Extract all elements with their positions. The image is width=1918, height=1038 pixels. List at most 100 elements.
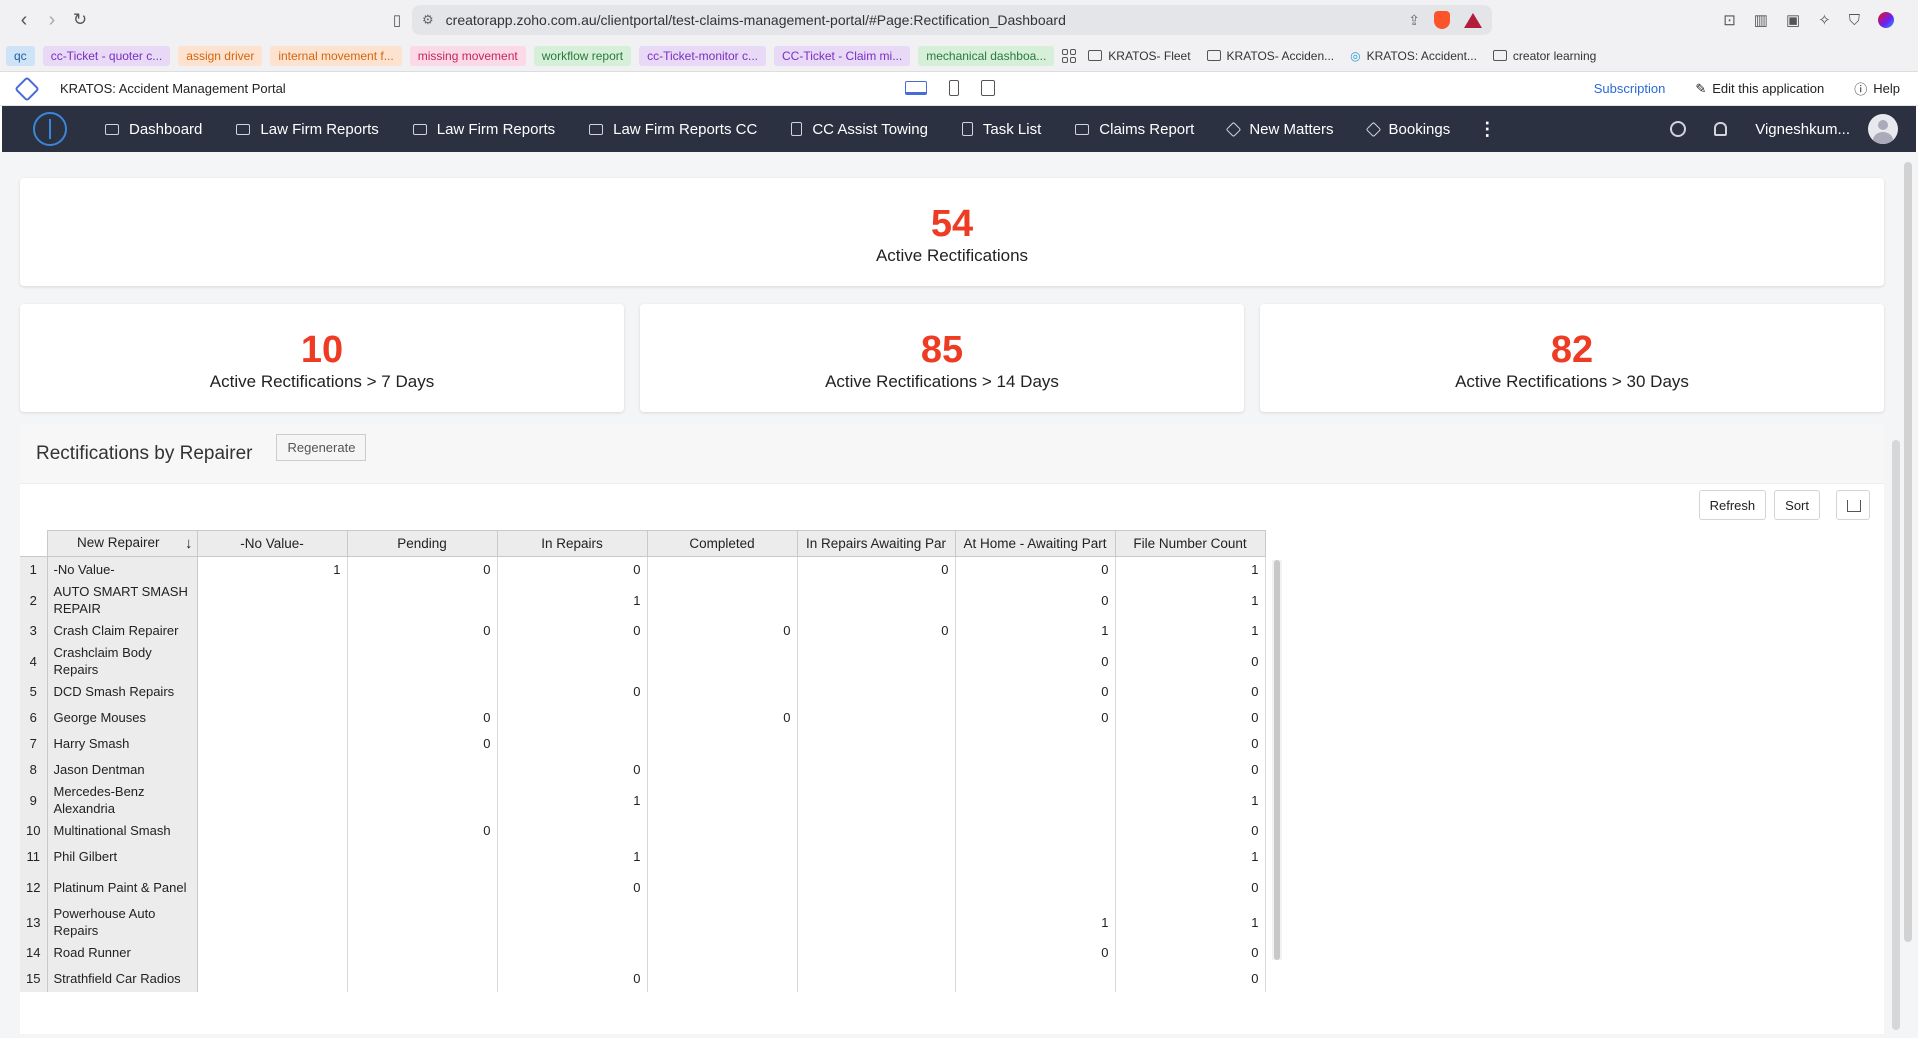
repairer-name: Powerhouse Auto Repairs <box>47 904 198 940</box>
table-scrollbar[interactable] <box>1272 560 1282 960</box>
forward-icon[interactable]: › <box>38 6 66 34</box>
url-text[interactable]: creatorapp.zoho.com.au/clientportal/test… <box>446 12 1409 28</box>
folder-creator-learning[interactable]: creator learning <box>1489 49 1600 63</box>
folder-icon <box>1206 50 1221 61</box>
folder-kratos-accident[interactable]: KRATOS- Acciden... <box>1203 49 1339 63</box>
value-cell <box>347 782 498 818</box>
card-over-7-days: 10 Active Rectifications > 7 Days <box>20 304 624 412</box>
address-bar[interactable]: ⚙ creatorapp.zoho.com.au/clientportal/te… <box>412 5 1492 35</box>
bookmark-claim-mi[interactable]: CC-Ticket - Claim mi... <box>774 45 911 66</box>
vpn-icon[interactable]: ⛉ <box>1849 12 1860 29</box>
bookmark-quoter[interactable]: cc-Ticket - quoter c... <box>42 45 171 66</box>
main-navigation: Dashboard Law Firm Reports Law Firm Repo… <box>2 106 1916 152</box>
column-header[interactable]: At Home - Awaiting Part <box>954 530 1116 557</box>
share-icon[interactable]: ⇪ <box>1408 12 1420 29</box>
value-cell: 0 <box>1115 678 1266 705</box>
nav-bookings[interactable]: Bookings <box>1365 121 1450 138</box>
laptop-icon[interactable] <box>905 81 927 95</box>
regenerate-button[interactable]: Regenerate <box>276 434 367 461</box>
apps-grid-icon[interactable] <box>1062 48 1077 63</box>
bookmark-internal-movement[interactable]: internal movement f... <box>270 45 402 66</box>
nav-claims-report[interactable]: Claims Report <box>1075 121 1194 138</box>
value-cell: 0 <box>497 965 648 992</box>
reload-icon[interactable]: ↻ <box>66 6 94 34</box>
value-cell <box>647 556 798 583</box>
nav-law-firm-reports-2[interactable]: Law Firm Reports <box>412 121 555 138</box>
value-cell <box>797 704 956 731</box>
site-settings-icon[interactable]: ⚙ <box>422 12 434 28</box>
help-button[interactable]: ⓘ Help <box>1854 79 1900 98</box>
value-cell: 0 <box>647 704 798 731</box>
leo-icon[interactable]: ✧ <box>1818 11 1831 29</box>
card-value: 54 <box>930 203 974 245</box>
nav-label: CC Assist Towing <box>812 120 928 138</box>
value-cell <box>955 817 1116 844</box>
column-header[interactable]: -No Value- <box>196 530 348 557</box>
zoho-creator-logo-icon[interactable] <box>14 75 40 102</box>
export-icon[interactable] <box>1836 490 1870 520</box>
column-header[interactable]: In Repairs Awaiting Par <box>796 530 956 557</box>
user-name[interactable]: Vigneshkum... <box>1755 121 1850 138</box>
sort-button[interactable]: Sort <box>1774 490 1820 520</box>
column-header[interactable]: New Repairer ↓ <box>46 530 198 557</box>
value-cell <box>647 939 798 966</box>
company-logo-icon[interactable] <box>33 112 67 146</box>
sidebar-icon[interactable]: ▥ <box>1754 11 1768 29</box>
card-label: Active Rectifications > 30 Days <box>1455 372 1689 391</box>
nav-label: Dashboard <box>129 120 203 138</box>
more-menu-icon[interactable]: ⋮ <box>1478 119 1496 140</box>
value-cell: 0 <box>955 939 1116 966</box>
value-cell <box>347 965 498 992</box>
column-header[interactable]: Completed <box>646 530 798 557</box>
panel-scrollbar[interactable] <box>1892 440 1900 1030</box>
value-cell: 0 <box>497 756 648 783</box>
value-cell <box>197 782 348 818</box>
nav-cc-assist-towing[interactable]: CC Assist Towing <box>791 121 928 138</box>
value-cell: 0 <box>1115 965 1266 992</box>
nav-dashboard[interactable]: Dashboard <box>105 121 202 138</box>
refresh-button[interactable]: Refresh <box>1698 490 1767 520</box>
brave-rewards-icon[interactable] <box>1464 12 1482 28</box>
value-cell: 0 <box>1115 869 1266 905</box>
profile-icon[interactable] <box>1878 12 1894 28</box>
settings-icon[interactable] <box>1670 121 1687 137</box>
sort-arrow-down-icon[interactable]: ↓ <box>185 535 193 552</box>
column-header[interactable]: In Repairs <box>496 530 648 557</box>
column-header[interactable]: File Number Count <box>1114 530 1266 557</box>
nav-task-list[interactable]: Task List <box>961 120 1042 138</box>
row-number: 10 <box>20 817 48 844</box>
table-scrollbar-thumb[interactable] <box>1274 560 1280 960</box>
notification-bell-icon[interactable] <box>1714 122 1728 136</box>
report-header: Rectifications by Repairer Regenerate <box>20 424 1884 484</box>
repairer-name: Multinational Smash <box>47 817 198 844</box>
bookmark-mechanical-dashboard[interactable]: mechanical dashboa... <box>918 45 1055 66</box>
dashboard-icon <box>105 123 119 135</box>
nav-law-firm-reports[interactable]: Law Firm Reports <box>236 121 379 138</box>
tablet-icon[interactable] <box>981 80 995 96</box>
bookmark-missing-movement[interactable]: missing movement <box>409 45 526 66</box>
bookmark-assign-driver[interactable]: assign driver <box>178 45 263 66</box>
brave-shield-icon[interactable] <box>1434 11 1450 29</box>
column-header[interactable]: Pending <box>346 530 498 557</box>
wallet-icon[interactable]: ▣ <box>1786 11 1800 29</box>
subscription-link[interactable]: Subscription <box>1594 81 1666 96</box>
row-number: 11 <box>20 843 48 870</box>
nav-label: Task List <box>982 120 1042 138</box>
page-scrollbar[interactable] <box>1904 162 1912 942</box>
avatar[interactable] <box>1868 114 1898 144</box>
column-label: New Repairer <box>76 535 160 550</box>
bookmark-kratos-accident-portal[interactable]: ◎ KRATOS: Accident... <box>1346 49 1481 63</box>
phone-icon[interactable] <box>949 80 959 96</box>
bookmark-icon[interactable]: ▯ <box>383 6 411 34</box>
repairer-name: AUTO SMART SMASH REPAIR <box>47 582 198 618</box>
screenshot-icon[interactable]: ⊡ <box>1723 11 1736 29</box>
folder-label: KRATOS- Fleet <box>1108 48 1191 63</box>
nav-new-matters[interactable]: New Matters <box>1226 121 1334 138</box>
bookmark-ticket-monitor[interactable]: cc-Ticket-monitor c... <box>639 45 766 66</box>
folder-kratos-fleet[interactable]: KRATOS- Fleet <box>1084 49 1194 63</box>
bookmark-qc[interactable]: qc <box>6 45 35 66</box>
bookmark-workflow-report[interactable]: workflow report <box>533 45 632 66</box>
edit-application-button[interactable]: ✎ Edit this application <box>1695 81 1824 97</box>
back-icon[interactable]: ‹ <box>10 6 38 34</box>
nav-law-firm-reports-cc[interactable]: Law Firm Reports CC <box>589 121 757 138</box>
